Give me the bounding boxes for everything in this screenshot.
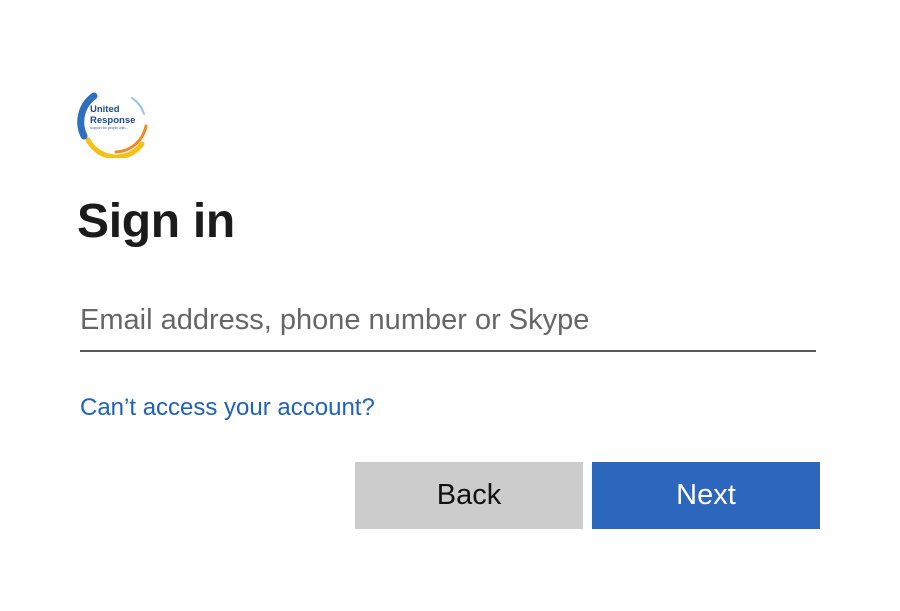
cant-access-account-link[interactable]: Can’t access your account? [80,392,375,424]
logo-tagline: support for people with... [90,126,129,130]
email-phone-skype-input[interactable] [80,290,816,352]
page-title: Sign in [77,195,235,248]
organization-logo: United Response support for people with.… [76,90,150,158]
next-button[interactable]: Next [592,462,820,529]
logo-wordmark: United Response support for people with.… [90,105,135,131]
logo-text-line1: United [90,104,120,115]
logo-text-line2: Response [90,114,136,126]
back-button[interactable]: Back [355,462,583,529]
